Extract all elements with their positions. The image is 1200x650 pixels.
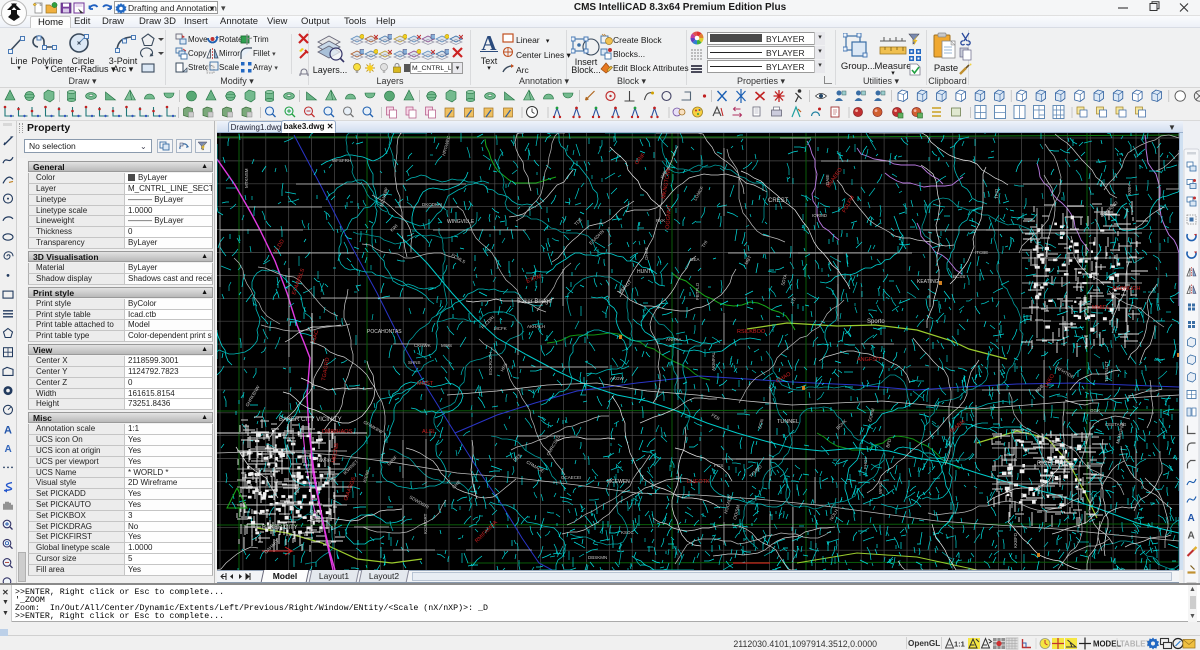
svg-text:FHGL: FHGL xyxy=(863,457,868,469)
svg-text:BAKER CITY VICINITY: BAKER CITY VICINITY xyxy=(279,417,342,423)
svg-text:MCFK: MCFK xyxy=(494,326,507,331)
svg-text:EOCRCDH: EOCRCDH xyxy=(488,352,493,375)
svg-text:A: A xyxy=(5,444,12,455)
svg-text:IORMD: IORMD xyxy=(812,213,828,218)
svg-text:BAKER CITY: BAKER CITY xyxy=(262,525,298,531)
svg-text:RKK: RKK xyxy=(656,218,665,223)
svg-text:BCSS: BCSS xyxy=(953,274,965,279)
svg-text:Sporto: Sporto xyxy=(867,319,885,325)
svg-text:1:1: 1:1 xyxy=(954,640,965,649)
svg-text:POCAHONTAS: POCAHONTAS xyxy=(367,329,402,335)
svg-text:MMST: MMST xyxy=(417,381,434,387)
svg-text:DABI: DABI xyxy=(825,174,830,185)
svg-text:WFKE: WFKE xyxy=(878,481,883,494)
svg-text:RSILKBOO: RSILKBOO xyxy=(737,329,766,335)
svg-text:LLIEOTK: LLIEOTK xyxy=(687,479,710,485)
svg-text:TFIO: TFIO xyxy=(994,188,999,199)
svg-text:GCAECEI: GCAECEI xyxy=(561,475,581,480)
svg-text:SHNS: SHNS xyxy=(408,360,421,365)
svg-text:ALSL: ALSL xyxy=(422,429,435,435)
svg-text:DMIMHAOS: DMIMHAOS xyxy=(322,429,353,435)
svg-text:OHKS: OHKS xyxy=(644,247,649,260)
svg-text:AKIMFAL: AKIMFAL xyxy=(711,351,716,371)
svg-text:KCIMDRT: KCIMDRT xyxy=(423,513,428,534)
svg-text:AKGW: AKGW xyxy=(610,376,625,381)
svg-text:DBSKMN: DBSKMN xyxy=(588,555,607,560)
svg-text:KEATING: KEATING xyxy=(917,279,939,285)
svg-text:A: A xyxy=(4,425,12,437)
svg-text:MTKNSM: MTKNSM xyxy=(244,168,249,188)
svg-text:CKHWK: CKHWK xyxy=(414,343,431,348)
svg-text:DKODKAI: DKODKAI xyxy=(422,202,442,207)
svg-text:KKBFD: KKBFD xyxy=(1013,532,1018,548)
svg-text:ITCBE: ITCBE xyxy=(975,250,988,255)
svg-text:KSOC: KSOC xyxy=(621,530,635,535)
svg-text:A: A xyxy=(1188,513,1195,524)
svg-text:CREST: CREST xyxy=(768,198,789,204)
svg-text:KTT: KTT xyxy=(327,478,336,483)
svg-text:FBTFLO: FBTFLO xyxy=(695,282,700,300)
svg-text:TUNNEL: TUNNEL xyxy=(777,419,799,425)
svg-text:FGS: FGS xyxy=(714,463,723,468)
svg-text:Baker Bridge: Baker Bridge xyxy=(517,299,552,305)
svg-text:MCEWEN: MCEWEN xyxy=(607,479,630,485)
svg-text:KWH: KWH xyxy=(1127,185,1132,196)
svg-text:GEA: GEA xyxy=(690,257,700,262)
svg-text:TORNLCT: TORNLCT xyxy=(1104,361,1109,382)
svg-text:MMIDL: MMIDL xyxy=(1092,305,1110,311)
svg-text:GGK: GGK xyxy=(1090,408,1100,413)
svg-text:OAM: OAM xyxy=(310,509,321,514)
svg-text:A: A xyxy=(1188,531,1195,542)
svg-text:ANGFSIT: ANGFSIT xyxy=(857,357,881,363)
svg-text:MWS: MWS xyxy=(441,343,452,348)
svg-text:WFSFRH: WFSFRH xyxy=(332,158,351,163)
svg-text:TABLET: TABLET xyxy=(1120,640,1150,649)
svg-text:HWHH: HWHH xyxy=(317,458,331,463)
svg-text:HUNT: HUNT xyxy=(637,269,651,275)
svg-text:AKHALH: AKHALH xyxy=(527,324,545,329)
svg-text:WINGVILLE: WINGVILLE xyxy=(447,219,475,225)
svg-text:RICHLAND: RICHLAND xyxy=(1037,461,1068,467)
svg-text:ANHKA: ANHKA xyxy=(666,337,682,342)
svg-text:AHONOGH: AHONOGH xyxy=(1112,286,1140,292)
